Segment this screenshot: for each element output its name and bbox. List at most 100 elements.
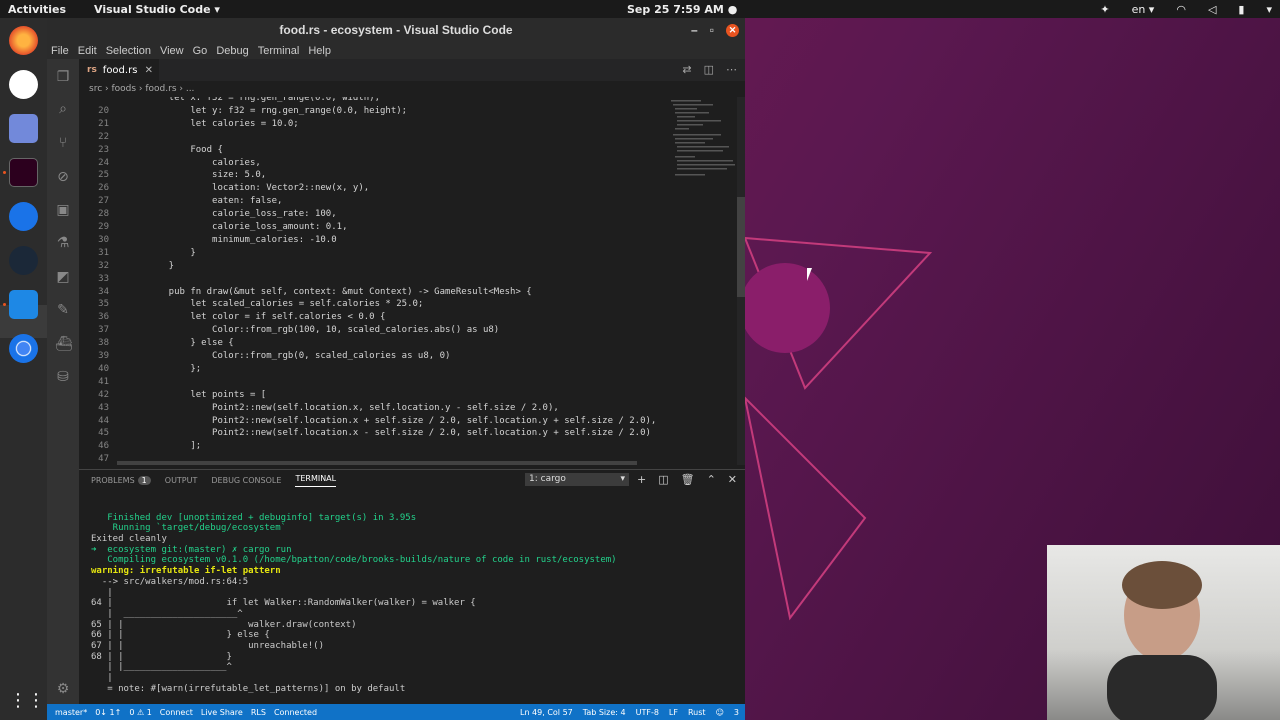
tab-food-rs[interactable]: rs food.rs ✕: [79, 59, 159, 81]
code-line[interactable]: 37 Color::from_rgb(100, 10, scaled_calor…: [79, 324, 499, 337]
code-line[interactable]: 35 let scaled_calories = self.calories *…: [79, 298, 423, 311]
menu-terminal[interactable]: Terminal: [258, 45, 300, 57]
close-button[interactable]: ✕: [726, 23, 739, 37]
rls-status[interactable]: RLS: [251, 708, 266, 717]
extensions-icon[interactable]: ▣: [55, 202, 71, 218]
code-line[interactable]: 22: [79, 131, 147, 144]
split-terminal-icon[interactable]: ◫: [658, 473, 668, 486]
steam-icon[interactable]: [9, 246, 38, 275]
menu-view[interactable]: View: [160, 45, 184, 57]
thunderbird-icon[interactable]: [9, 202, 38, 231]
menu-go[interactable]: Go: [193, 45, 208, 57]
code-line[interactable]: 36 let color = if self.calories < 0.0 {: [79, 311, 385, 324]
split-editor-icon[interactable]: ◫: [704, 63, 714, 76]
menu-edit[interactable]: Edit: [78, 45, 97, 57]
code-line[interactable]: 38 } else {: [79, 337, 234, 350]
system-tray[interactable]: ✦ en ▾ ◠ ◁ ▮ ▾: [1100, 3, 1272, 16]
volume-icon[interactable]: ◁: [1208, 3, 1216, 16]
git-branch[interactable]: master*: [55, 708, 87, 717]
tab-size[interactable]: Tab Size: 4: [583, 708, 626, 717]
code-line[interactable]: 43 Point2::new(self.location.x, self.loc…: [79, 402, 559, 415]
code-line[interactable]: 39 Color::from_rgb(0, scaled_calories as…: [79, 350, 450, 363]
code-line[interactable]: 31 }: [79, 247, 196, 260]
apps-grid-icon[interactable]: ⋮⋮⋮: [9, 686, 63, 715]
code-line[interactable]: 24 calories,: [79, 157, 261, 170]
scrollbar-thumb[interactable]: [737, 197, 745, 297]
clock[interactable]: Sep 25 7:59 AM ●: [627, 3, 737, 16]
menu-debug[interactable]: Debug: [216, 45, 248, 57]
terminal-select[interactable]: 1: cargo ▾: [525, 473, 629, 486]
close-panel-icon[interactable]: ✕: [728, 473, 737, 486]
vscode-icon[interactable]: [9, 290, 38, 319]
feedback-icon[interactable]: ☺: [716, 708, 724, 717]
code-line[interactable]: 46 ];: [79, 440, 201, 453]
test-icon[interactable]: ⚗: [55, 235, 71, 251]
code-line[interactable]: 23 Food {: [79, 144, 223, 157]
connect-button[interactable]: Connect: [160, 708, 193, 717]
code-line[interactable]: 28 calorie_loss_rate: 100,: [79, 208, 337, 221]
code-line[interactable]: 45 Point2::new(self.location.x - self.si…: [79, 427, 651, 440]
menu-selection[interactable]: Selection: [106, 45, 151, 57]
encoding[interactable]: UTF-8: [636, 708, 659, 717]
pencil-icon[interactable]: ✎: [55, 302, 71, 318]
remote-icon[interactable]: ◩: [55, 269, 71, 285]
code-line[interactable]: 34 pub fn draw(&mut self, context: &mut …: [79, 286, 532, 299]
tab-output[interactable]: OUTPUT: [165, 476, 198, 485]
firefox-icon[interactable]: [9, 26, 38, 55]
menu-help[interactable]: Help: [308, 45, 331, 57]
language-mode[interactable]: Rust: [688, 708, 706, 717]
code-line[interactable]: 26 location: Vector2::new(x, y),: [79, 182, 369, 195]
open-changes-icon[interactable]: ⇄: [682, 63, 691, 76]
chrome-icon[interactable]: [9, 334, 38, 363]
maximize-panel-icon[interactable]: ⌃: [707, 473, 716, 486]
discord-icon[interactable]: [9, 114, 38, 143]
code-line[interactable]: 44 Point2::new(self.location.x + self.si…: [79, 415, 656, 428]
tab-problems[interactable]: PROBLEMS 1: [91, 475, 151, 485]
code-line[interactable]: 21 let calories = 10.0;: [79, 118, 299, 131]
code-line[interactable]: 32 }: [79, 260, 174, 273]
close-tab-icon[interactable]: ✕: [145, 65, 153, 76]
connected-status[interactable]: Connected: [274, 708, 317, 717]
minimize-button[interactable]: –: [691, 23, 698, 37]
power-icon[interactable]: ▾: [1266, 3, 1272, 16]
language-indicator[interactable]: en ▾: [1132, 3, 1155, 16]
code-line[interactable]: 25 size: 5.0,: [79, 169, 266, 182]
docker-icon[interactable]: ⛴: [55, 336, 73, 352]
minimap[interactable]: [667, 97, 737, 465]
more-actions-icon[interactable]: ⋯: [726, 63, 737, 76]
new-terminal-icon[interactable]: +: [637, 473, 646, 486]
code-line[interactable]: 27 eaten: false,: [79, 195, 282, 208]
problems-status[interactable]: 0 ⚠ 1: [129, 708, 151, 717]
app-menu[interactable]: Visual Studio Code ▾: [94, 3, 220, 16]
horizontal-scrollbar[interactable]: [117, 461, 637, 465]
tab-debug-console[interactable]: DEBUG CONSOLE: [211, 476, 281, 485]
live-share-button[interactable]: Live Share: [201, 708, 243, 717]
explorer-icon[interactable]: ❐: [55, 69, 71, 85]
slack-icon[interactable]: [9, 70, 38, 99]
maximize-button[interactable]: ▫: [710, 23, 714, 37]
wifi-icon[interactable]: ◠: [1176, 3, 1186, 16]
settings-gear-icon[interactable]: ⚙: [55, 681, 71, 697]
menu-file[interactable]: File: [51, 45, 69, 57]
notifications-count[interactable]: 3: [734, 708, 739, 717]
kill-terminal-icon[interactable]: 🗑: [681, 473, 695, 486]
activities-button[interactable]: Activities: [8, 3, 66, 16]
code-line[interactable]: 41: [79, 376, 147, 389]
battery-icon[interactable]: ▮: [1238, 3, 1244, 16]
code-line[interactable]: 42 let points = [: [79, 389, 266, 402]
search-icon[interactable]: ⌕: [55, 101, 71, 117]
terminal-output[interactable]: Finished dev [unoptimized + debuginfo] t…: [91, 502, 731, 715]
source-control-icon[interactable]: ⑂: [55, 135, 71, 151]
code-line[interactable]: 40 };: [79, 363, 201, 376]
cursor-position[interactable]: Ln 49, Col 57: [520, 708, 573, 717]
debug-icon[interactable]: ⊘: [55, 169, 71, 185]
database-icon[interactable]: ⛁: [55, 369, 71, 385]
tab-terminal[interactable]: TERMINAL: [295, 474, 337, 487]
sync-status[interactable]: 0↓ 1↑: [95, 708, 121, 717]
code-line[interactable]: 33: [79, 273, 147, 286]
dropbox-icon[interactable]: ✦: [1100, 3, 1109, 16]
editor-scrollbar[interactable]: [737, 97, 745, 465]
code-line[interactable]: 30 minimum_calories: -10.0: [79, 234, 337, 247]
terminal-icon[interactable]: [9, 158, 38, 187]
code-line[interactable]: let x: f32 = rng.gen_range(0.0, width);: [79, 97, 380, 105]
